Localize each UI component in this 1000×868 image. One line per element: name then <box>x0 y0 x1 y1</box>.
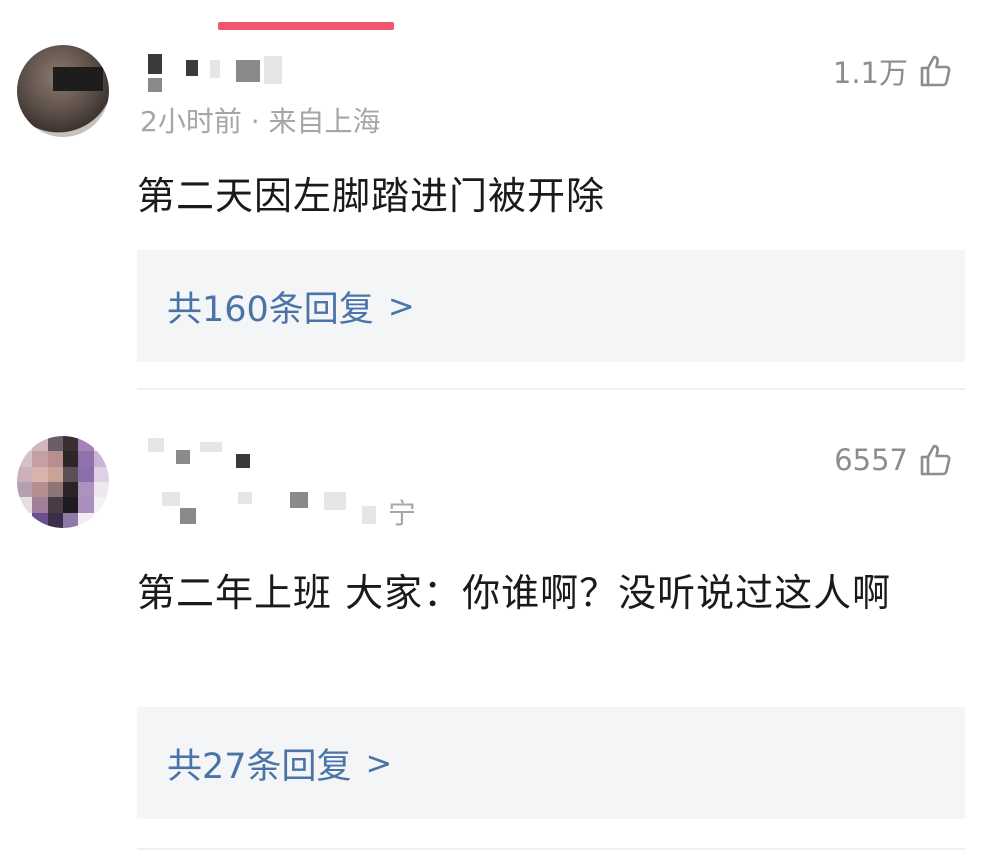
avatar[interactable] <box>17 436 109 528</box>
chevron-right-icon: > <box>365 744 393 782</box>
like-count: 6557 <box>834 443 908 477</box>
view-replies-button[interactable]: 共27条回复 > <box>137 707 965 819</box>
thumbs-up-icon <box>918 443 952 477</box>
comment-text: 第二年上班 大家：你谁啊？没听说过这人啊 <box>137 571 892 615</box>
reply-count-label: 共27条回复 <box>167 746 352 787</box>
comment-meta: 宁 <box>388 497 417 530</box>
divider <box>137 848 965 850</box>
username-pixelated[interactable] <box>140 436 400 476</box>
comment-item: 宁 6557 第二年上班 大家：你谁啊？没听说过这人啊 共27条回复 > <box>0 0 1000 868</box>
location-pixelated <box>140 490 400 530</box>
like-button[interactable]: 6557 <box>834 443 952 477</box>
